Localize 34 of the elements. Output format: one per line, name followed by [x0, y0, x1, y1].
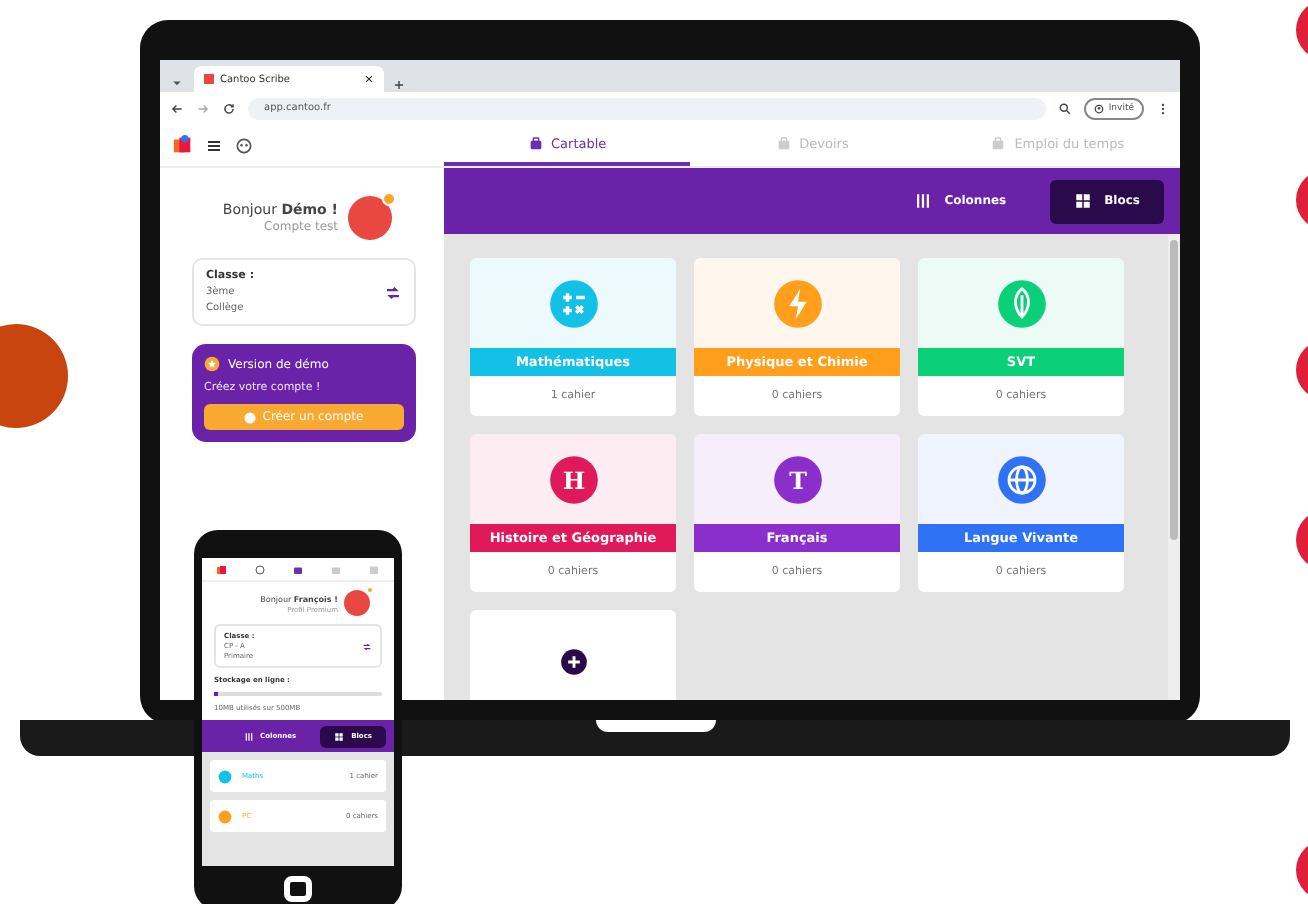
tab-icon: [330, 563, 343, 575]
switch-icon: [362, 641, 372, 651]
subject-icon: [771, 277, 823, 329]
grid-icon: [1074, 192, 1093, 210]
subject-icon: [547, 277, 599, 329]
subject-icon: [995, 453, 1047, 505]
tab-icon: [527, 135, 543, 151]
forward-icon: [196, 101, 210, 115]
logo-icon: [215, 563, 228, 575]
plus-icon: [392, 78, 406, 92]
back-icon: [170, 101, 184, 115]
search-icon: [1058, 101, 1073, 115]
tab-icon: [291, 563, 304, 575]
star-badge: [365, 586, 374, 595]
subject-icon: H: [547, 453, 599, 505]
menu-icon: [206, 137, 222, 153]
star-badge: [381, 192, 396, 207]
subject-icon: [995, 277, 1047, 329]
columns-icon: [243, 731, 254, 741]
tab-icon: [990, 135, 1007, 151]
reload-icon: [222, 101, 236, 115]
add-icon: [559, 648, 587, 676]
columns-icon: [914, 192, 933, 210]
close-icon: [364, 74, 374, 84]
profile-icon: [1094, 103, 1105, 113]
grid-icon: [334, 731, 345, 741]
switch-icon: [384, 283, 402, 301]
logo-icon: [172, 134, 194, 156]
subject-icon: [218, 809, 232, 823]
more-icon: [1156, 101, 1170, 115]
favicon-icon: [204, 74, 214, 84]
tab-icon: [775, 135, 792, 151]
subject-icon: [218, 769, 232, 783]
subject-icon: T: [771, 453, 823, 505]
